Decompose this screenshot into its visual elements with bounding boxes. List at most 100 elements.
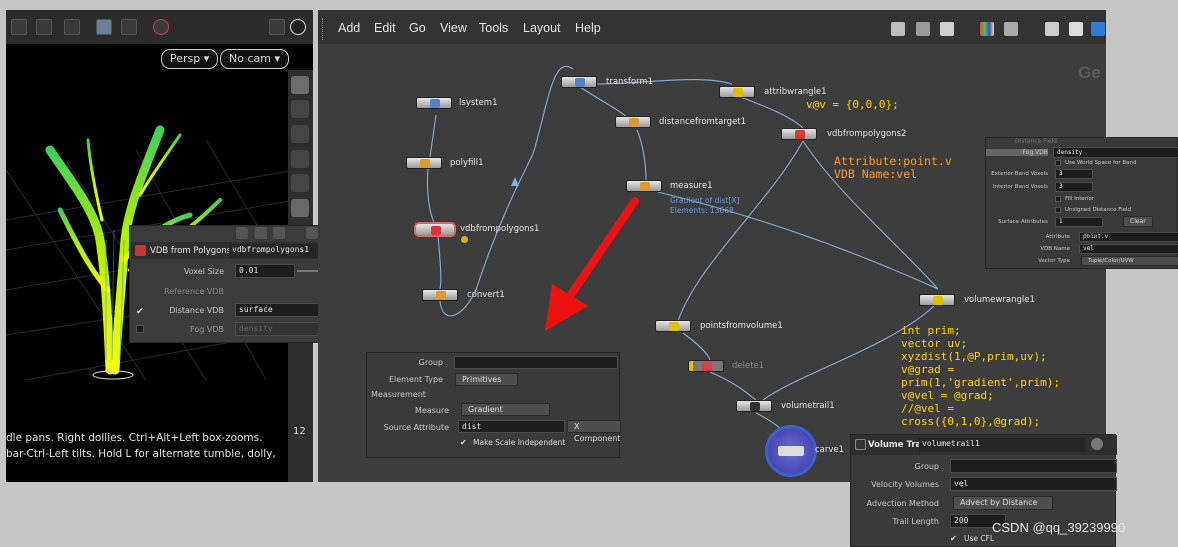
node-label-distancefromtarget1: distancefromtarget1: [659, 117, 747, 127]
node-volumewrangle1[interactable]: [919, 294, 955, 306]
node-label-pointsfromvolume1: pointsfromvolume1: [700, 321, 783, 331]
reference-vdb-label: Reference VDB: [164, 287, 224, 296]
wireframe-icon[interactable]: [291, 100, 309, 118]
measure-icon: [640, 182, 650, 191]
point-display-icon[interactable]: [291, 352, 309, 370]
menu-layout[interactable]: Layout: [523, 21, 561, 35]
attribute-field[interactable]: point.v: [1079, 232, 1178, 242]
menu-go[interactable]: Go: [409, 21, 426, 35]
node-carve1[interactable]: [765, 425, 817, 477]
vdb-icon: [795, 130, 805, 139]
node-delete1[interactable]: [688, 360, 724, 372]
normal-display-icon[interactable]: [291, 377, 309, 395]
tree-view-icon[interactable]: [916, 22, 930, 36]
move-tool-icon[interactable]: [36, 19, 52, 35]
surface-attributes-field[interactable]: 1: [1055, 217, 1103, 227]
node-transform1[interactable]: [561, 76, 597, 88]
lock-icon[interactable]: [291, 125, 309, 143]
lsystem-icon: [430, 99, 440, 108]
no-entry-icon[interactable]: [153, 19, 169, 35]
list-icon[interactable]: [273, 227, 285, 239]
velocity-volumes-field[interactable]: vel: [950, 477, 1117, 491]
unsigned-checkbox[interactable]: [1055, 207, 1061, 213]
help-icon[interactable]: [290, 19, 306, 35]
eyedropper-icon[interactable]: [291, 401, 309, 419]
advection-method-label: Advection Method: [866, 499, 939, 508]
convert-icon: [436, 291, 446, 300]
tree-icon[interactable]: [255, 227, 267, 239]
make-scale-label: Make Scale Independent: [473, 438, 566, 447]
tools-icon[interactable]: [891, 22, 905, 36]
use-cfl-checkbox[interactable]: ✔: [950, 534, 958, 543]
node-measure1[interactable]: [626, 180, 662, 192]
interior-band-field[interactable]: 3: [1055, 182, 1093, 192]
shape-palette-icon[interactable]: [1004, 22, 1018, 36]
world-space-checkbox[interactable]: [1055, 160, 1061, 166]
menu-help[interactable]: Help: [575, 21, 601, 35]
element-type-select[interactable]: Primitives: [455, 373, 518, 386]
fill-interior-checkbox[interactable]: [1055, 196, 1061, 202]
make-scale-checkbox[interactable]: ✔: [460, 438, 468, 447]
camera-dropdown[interactable]: No cam ▾: [220, 49, 289, 69]
notes-icon[interactable]: [1069, 22, 1083, 36]
menu-view[interactable]: View: [440, 21, 467, 35]
display-mode-icon[interactable]: [291, 76, 309, 94]
group-field[interactable]: [950, 459, 1117, 473]
node-vdbfrompolygons1[interactable]: [414, 222, 456, 237]
node-convert1[interactable]: [422, 289, 458, 301]
point-numbers-toggle[interactable]: 12: [293, 426, 306, 437]
group-field[interactable]: [454, 356, 618, 369]
exterior-band-field[interactable]: 3: [1055, 169, 1093, 179]
distance-icon: [629, 118, 639, 127]
transform-icon: [575, 78, 585, 87]
voxel-size-field[interactable]: 0.01: [235, 264, 295, 278]
pane-grip[interactable]: [322, 18, 325, 40]
node-volumetrail1[interactable]: [736, 400, 772, 412]
gear-icon[interactable]: [1091, 438, 1103, 450]
measure-select[interactable]: Gradient: [461, 403, 550, 416]
menu-add[interactable]: Add: [338, 21, 360, 35]
snap-icon[interactable]: [96, 19, 112, 35]
source-attribute-label: Source Attribute: [383, 423, 449, 432]
image-icon[interactable]: [1045, 22, 1059, 36]
node-vdbfrompolygons2[interactable]: [781, 128, 817, 140]
network-settings-icon[interactable]: [1091, 22, 1105, 36]
carve-icon: [778, 446, 804, 456]
vector-display-icon[interactable]: [291, 450, 309, 468]
camera-icon[interactable]: [121, 19, 137, 35]
polyfill-icon: [420, 159, 430, 168]
display-options-icon[interactable]: [269, 19, 285, 35]
shading-icon[interactable]: [291, 174, 309, 192]
gear-icon[interactable]: [306, 227, 318, 239]
velocity-volumes-label: Velocity Volumes: [871, 480, 939, 489]
node-pointsfromvolume1[interactable]: [655, 320, 691, 332]
select-tool-icon[interactable]: [11, 19, 27, 35]
menu-edit[interactable]: Edit: [374, 21, 396, 35]
vdb-node-icon: [135, 245, 146, 256]
warning-badge-icon: [461, 236, 468, 243]
transform-tool-icon[interactable]: [64, 19, 80, 35]
fog-vdb-field[interactable]: density: [1053, 147, 1178, 158]
delete-icon: [702, 362, 712, 371]
exterior-band-label: Exterior Band Voxels: [991, 171, 1048, 177]
vdb-name-field[interactable]: vel: [1079, 244, 1178, 254]
vector-type-select[interactable]: Tuple/Color/UVW: [1081, 256, 1178, 266]
node-polyfill1[interactable]: [406, 157, 442, 169]
node-distancefromtarget1[interactable]: [615, 116, 651, 128]
component-select[interactable]: X Component: [567, 420, 621, 443]
list-view-icon[interactable]: [940, 22, 954, 36]
ghost-icon[interactable]: [291, 150, 309, 168]
color-palette-icon[interactable]: [980, 22, 994, 36]
persp-dropdown[interactable]: Persp ▾: [161, 49, 219, 69]
light-icon[interactable]: [291, 199, 309, 217]
node-name-field[interactable]: volumetrail1: [919, 438, 1085, 452]
clear-button[interactable]: Clear: [1123, 216, 1153, 227]
menu-tools[interactable]: Tools: [479, 21, 508, 35]
node-lsystem1[interactable]: [416, 97, 452, 109]
node-label-vdbfrompolygons2: vdbfrompolygons2: [827, 129, 907, 139]
advection-method-select[interactable]: Advect by Distance: [953, 496, 1053, 510]
fill-interior-label: Fill Interior: [1065, 196, 1095, 202]
node-attribwrangle1[interactable]: [719, 86, 755, 98]
source-attribute-field[interactable]: dist: [458, 420, 565, 433]
tools-icon[interactable]: [236, 227, 248, 239]
